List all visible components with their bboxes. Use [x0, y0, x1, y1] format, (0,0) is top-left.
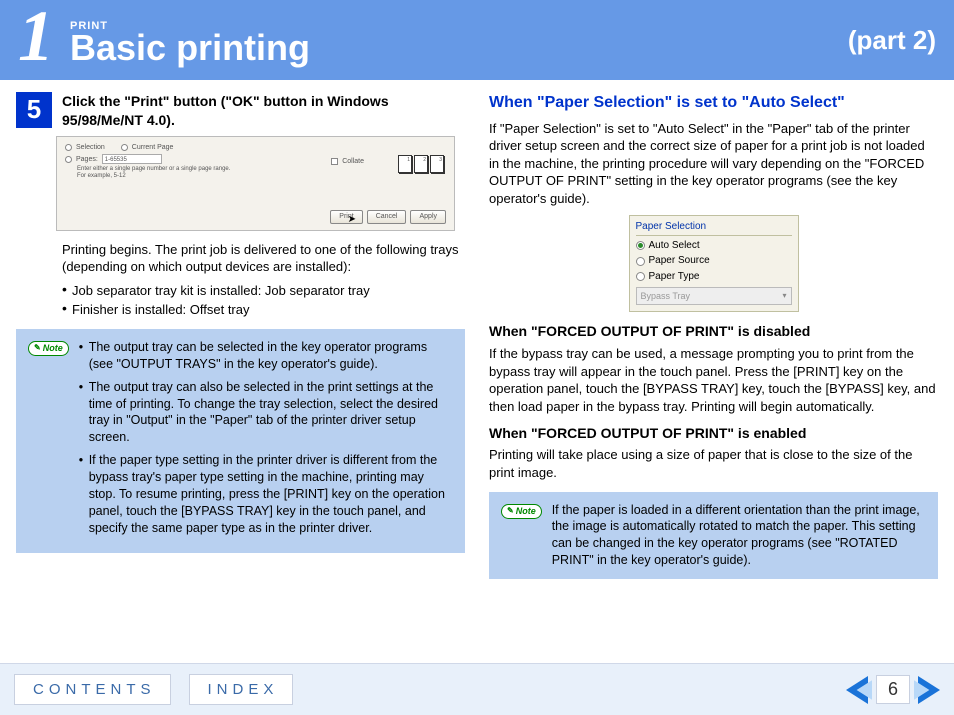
prev-page-icon[interactable]: [846, 676, 868, 704]
dlg-cancel-button: Cancel: [367, 210, 407, 223]
page-number: 6: [876, 675, 910, 704]
radio-icon: [636, 257, 645, 266]
ps-dropdown: Bypass Tray ▾: [636, 287, 792, 305]
note-list: The output tray can be selected in the k…: [79, 339, 453, 543]
footer-bar: CONTENTS INDEX 6: [0, 663, 954, 715]
ps-auto-select: Auto Select: [649, 239, 700, 253]
intro-paragraph: If "Paper Selection" is set to "Auto Sel…: [489, 120, 938, 208]
header-text: PRINT Basic printing: [70, 14, 848, 66]
dlg-current-page: Current Page: [132, 143, 174, 152]
subheading-disabled: When "FORCED OUTPUT OF PRINT" is disable…: [489, 322, 938, 341]
paragraph-disabled: If the bypass tray can be used, a messag…: [489, 345, 938, 415]
dlg-pages: Pages:: [76, 155, 98, 164]
index-button[interactable]: INDEX: [189, 674, 294, 705]
next-page-icon[interactable]: [918, 676, 940, 704]
note-icon: Note: [28, 341, 69, 356]
radio-icon: [636, 241, 645, 250]
ps-paper-type: Paper Type: [649, 270, 700, 284]
note-label: Note: [43, 342, 63, 354]
note-item: The output tray can also be selected in …: [79, 379, 453, 447]
dlg-collate: Collate: [342, 157, 364, 166]
paper-selection-screenshot: Paper Selection Auto Select Paper Source…: [629, 215, 799, 312]
ps-dropdown-value: Bypass Tray: [641, 290, 691, 302]
dlg-apply-button: Apply: [410, 210, 446, 223]
bullet-item: Finisher is installed: Offset tray: [62, 301, 465, 319]
content-area: 5 Click the "Print" button ("OK" button …: [0, 80, 954, 579]
section-heading: When "Paper Selection" is set to "Auto S…: [489, 92, 938, 114]
radio-icon: [636, 272, 645, 281]
print-dialog-screenshot: Selection Current Page Pages: 1-65535 En…: [56, 136, 455, 231]
step-body: Click the "Print" button ("OK" button in…: [62, 92, 465, 136]
cursor-icon: ➤: [348, 213, 356, 227]
subheading-enabled: When "FORCED OUTPUT OF PRINT" is enabled: [489, 424, 938, 443]
note-box-2: Note If the paper is loaded in a differe…: [489, 492, 938, 580]
dlg-pages-input: 1-65535: [102, 154, 162, 164]
step-title: Click the "Print" button ("OK" button in…: [62, 92, 465, 130]
step-number: 5: [16, 92, 52, 128]
dlg-print-button: Print: [330, 210, 362, 223]
chapter-number: 1: [0, 0, 70, 80]
ps-paper-source: Paper Source: [649, 254, 710, 268]
page-title: Basic printing: [70, 30, 848, 66]
note-text: If the paper is loaded in a different or…: [552, 502, 926, 570]
note-item: If the paper type setting in the printer…: [79, 452, 453, 536]
bullet-item: Job separator tray kit is installed: Job…: [62, 282, 465, 300]
note-box-1: Note The output tray can be selected in …: [16, 329, 465, 553]
dlg-hint: Enter either a single page number or a s…: [77, 166, 237, 179]
note-icon: Note: [501, 504, 542, 519]
part-label: (part 2): [848, 25, 954, 56]
note-item: The output tray can be selected in the k…: [79, 339, 453, 373]
page-header: 1 PRINT Basic printing (part 2): [0, 0, 954, 80]
dlg-selection: Selection: [76, 143, 105, 152]
step-row: 5 Click the "Print" button ("OK" button …: [16, 92, 465, 136]
chevron-down-icon: ▾: [782, 291, 786, 302]
left-column: 5 Click the "Print" button ("OK" button …: [16, 92, 465, 579]
contents-button[interactable]: CONTENTS: [14, 674, 171, 705]
step-body-text: Printing begins. The print job is delive…: [62, 241, 465, 276]
ps-group-title: Paper Selection: [636, 220, 792, 236]
paragraph-enabled: Printing will take place using a size of…: [489, 446, 938, 481]
step-bullets: Job separator tray kit is installed: Job…: [62, 282, 465, 319]
note-label: Note: [516, 505, 536, 517]
right-column: When "Paper Selection" is set to "Auto S…: [489, 92, 938, 579]
